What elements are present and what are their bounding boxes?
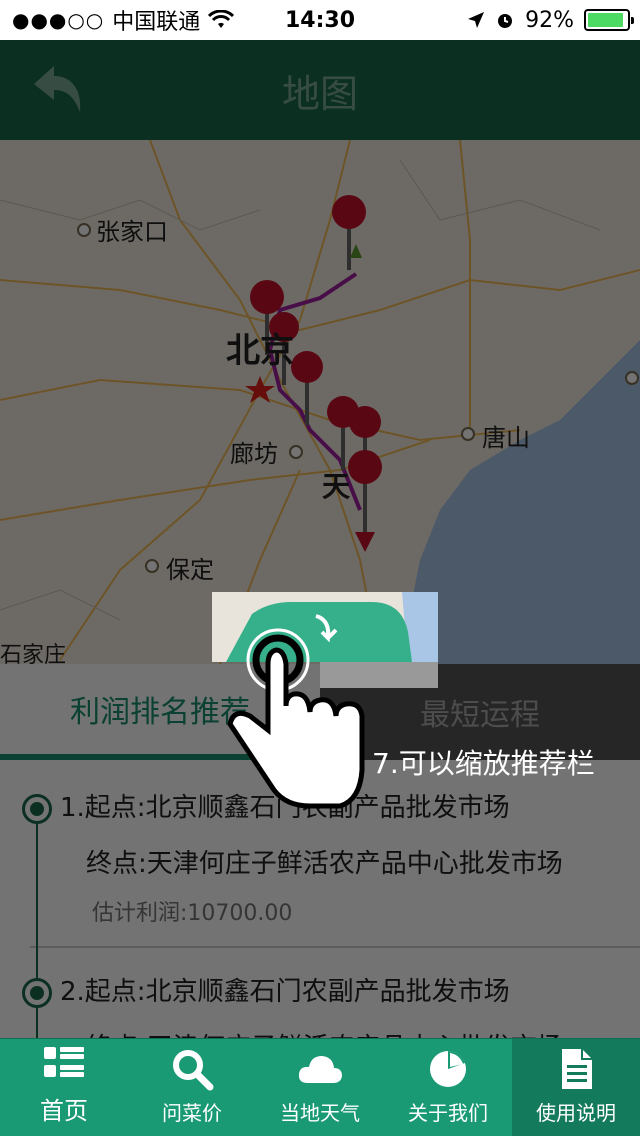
route-end: 终点:天津何庄子鲜活农产品中心批发市场 bbox=[60, 1020, 640, 1040]
tabbar-item-price[interactable]: 问菜价 bbox=[128, 1039, 256, 1136]
alarm-icon bbox=[498, 14, 513, 28]
pie-icon bbox=[430, 1051, 466, 1087]
list-icon bbox=[44, 1047, 84, 1077]
tabbar-label: 首页 bbox=[40, 1097, 88, 1125]
battery-icon bbox=[584, 9, 634, 31]
battery-level bbox=[588, 13, 623, 27]
page-title: 地图 bbox=[281, 71, 358, 116]
battery-percent: 92% bbox=[525, 7, 574, 33]
tabbar-item-weather[interactable]: 当地天气 bbox=[256, 1039, 384, 1136]
tabbar-item-instructions[interactable]: 使用说明 bbox=[512, 1039, 640, 1136]
timeline-line bbox=[36, 1008, 38, 1040]
map-label-tangshan: 唐山 bbox=[482, 424, 530, 452]
map-label-baoding: 保定 bbox=[166, 556, 214, 584]
cloud-icon bbox=[298, 1056, 342, 1083]
map-label-tianjin: 天 bbox=[322, 470, 350, 503]
map-label-langfang: 廊坊 bbox=[230, 440, 278, 468]
radio-selected-icon[interactable] bbox=[22, 978, 52, 1008]
back-icon[interactable] bbox=[28, 62, 88, 118]
search-icon bbox=[173, 1050, 214, 1091]
guide-caption: 7.可以缩放推荐栏 bbox=[372, 747, 595, 780]
tabbar-label: 关于我们 bbox=[408, 1101, 488, 1125]
tabbar-item-home[interactable]: 首页 bbox=[0, 1039, 128, 1136]
list-item[interactable]: 2.起点:北京顺鑫石门农副产品批发市场 终点:天津何庄子鲜活农产品中心批发市场 bbox=[0, 948, 640, 1040]
radio-selected-icon[interactable] bbox=[22, 794, 52, 824]
map-label-beijing: 北京 bbox=[226, 331, 294, 371]
location-arrow-icon bbox=[468, 12, 485, 28]
route-map[interactable]: 张家口 北京 廊坊 唐山 天 保定 石家庄 bbox=[0, 140, 640, 664]
nav-bar: 地图 bbox=[0, 40, 640, 140]
route-profit: 估计利润:10700.00 bbox=[92, 901, 293, 926]
pointer-hand-icon bbox=[227, 628, 365, 809]
tabbar-item-about[interactable]: 关于我们 bbox=[384, 1039, 512, 1136]
map-label-zhangjiakou: 张家口 bbox=[96, 218, 168, 246]
tabbar-label: 当地天气 bbox=[280, 1101, 360, 1125]
route-start: 2.起点:北京顺鑫石门农副产品批发市场 bbox=[60, 977, 510, 1007]
status-right: 92% bbox=[467, 7, 634, 33]
bottom-tab-bar: 首页 问菜价 当地天气 关于我们 使用说明 bbox=[0, 1038, 640, 1136]
document-icon bbox=[562, 1049, 592, 1089]
route-end: 终点:天津何庄子鲜活农产品中心批发市场 bbox=[86, 849, 563, 879]
status-bar: ●●●○○ 中国联通 14:30 92% bbox=[0, 0, 640, 40]
map-label-shijiazhuang: 石家庄 bbox=[0, 643, 66, 664]
tabbar-label: 使用说明 bbox=[536, 1101, 616, 1125]
tabbar-label: 问菜价 bbox=[162, 1101, 222, 1125]
